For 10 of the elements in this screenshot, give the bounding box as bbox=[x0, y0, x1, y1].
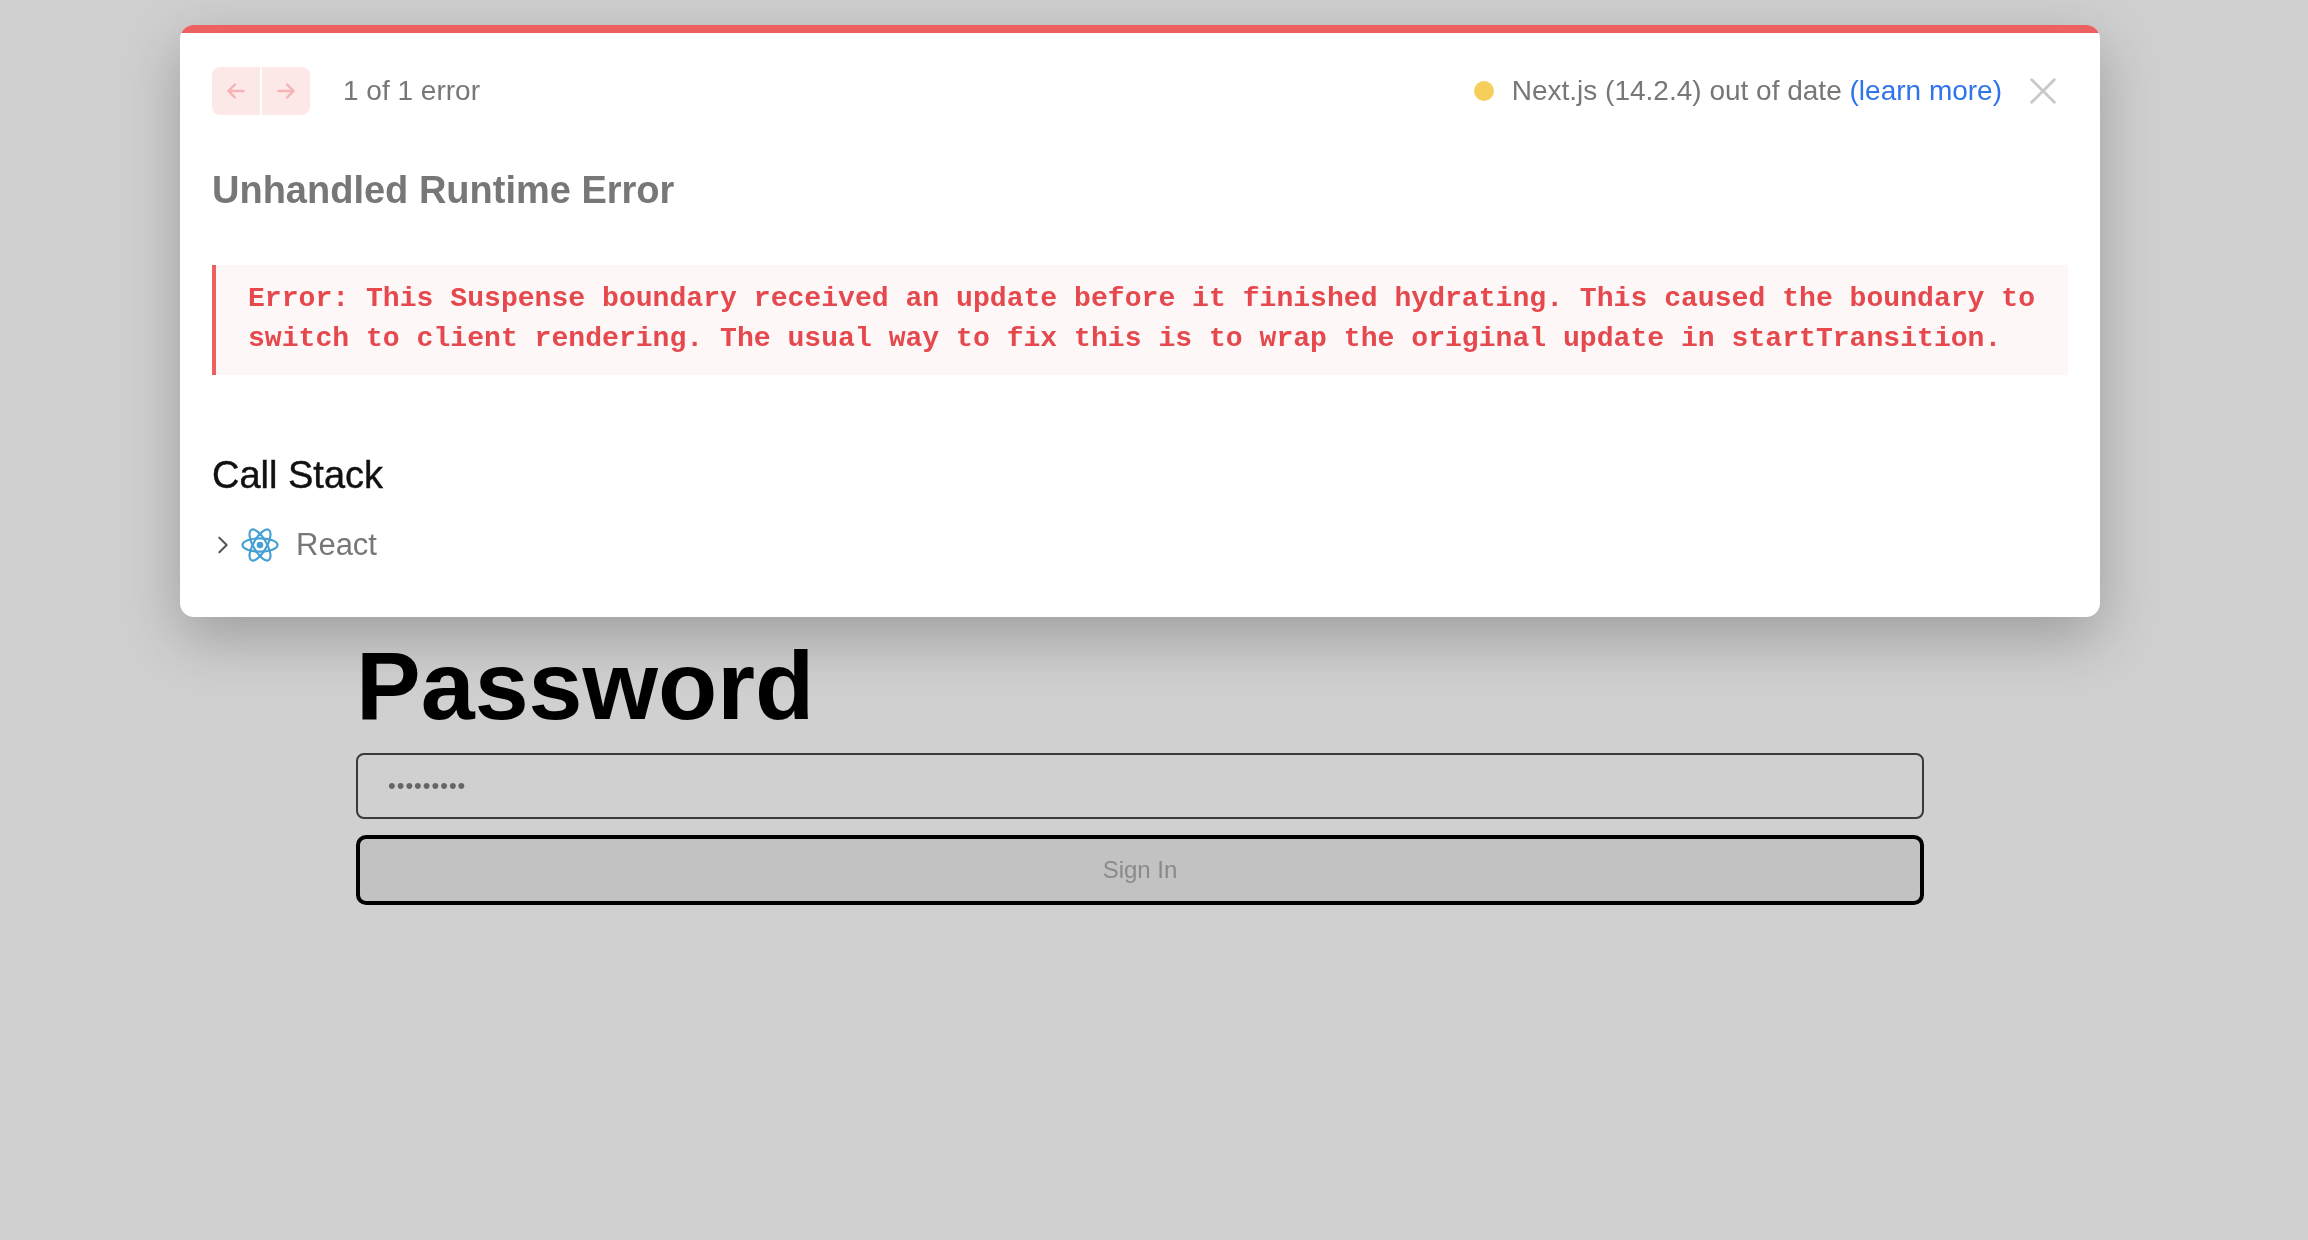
call-stack-frame[interactable]: React bbox=[212, 525, 377, 565]
password-field[interactable]: ••••••••• bbox=[356, 753, 1924, 819]
version-notice: Next.js (14.2.4) out of date (learn more) bbox=[1511, 75, 2002, 107]
error-title: Unhandled Runtime Error bbox=[212, 168, 676, 213]
call-stack-heading: Call Stack bbox=[212, 453, 385, 498]
password-heading: Password bbox=[356, 630, 816, 742]
learn-more-link[interactable]: (learn more) bbox=[1849, 75, 2002, 106]
error-count: 1 of 1 error bbox=[343, 75, 480, 107]
error-message: Error: This Suspense boundary received an update before it finished hydrating. This caused the boundary to switch to client rendering. The usual way to fix this is to wrap the original update in startTransition. bbox=[248, 282, 2037, 356]
atom-icon bbox=[240, 525, 280, 565]
